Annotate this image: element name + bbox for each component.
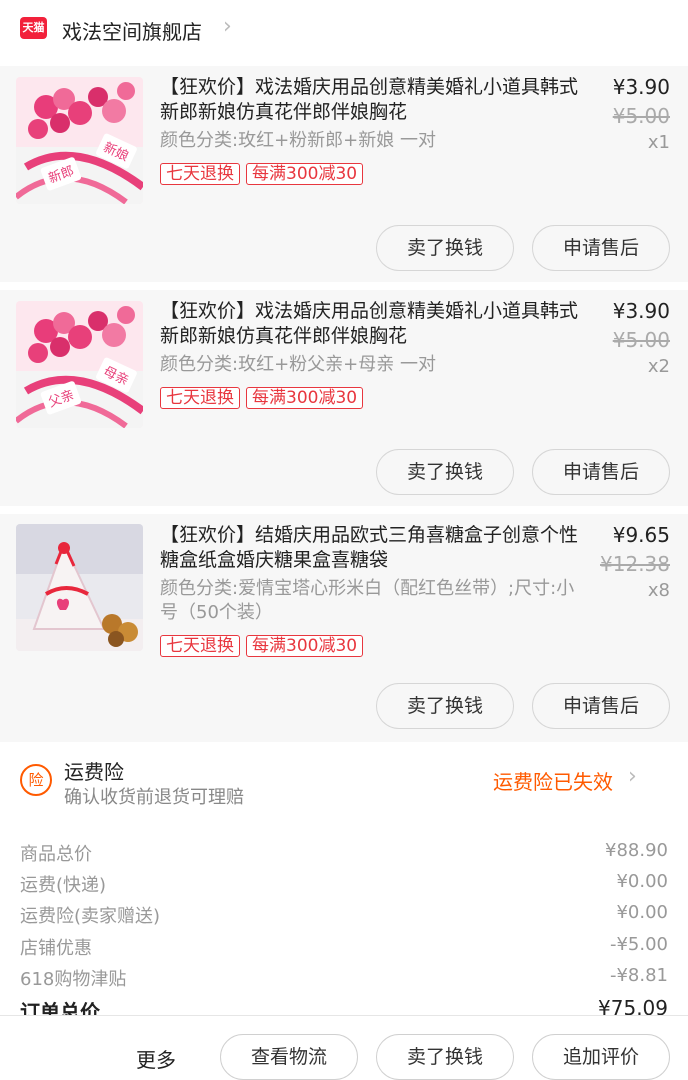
price: ¥3.90 xyxy=(612,75,670,99)
aftersale-button[interactable]: 申请售后 xyxy=(532,225,670,271)
store-header[interactable]: 天猫 戏法空间旗舰店 › xyxy=(0,0,688,62)
quantity: x8 xyxy=(647,580,670,601)
product-title[interactable]: 【狂欢价】戏法婚庆用品创意精美婚礼小道具韩式新郎新娘仿真花伴郎伴娘胸花 xyxy=(160,75,590,125)
summary-value: -¥8.81 xyxy=(609,965,668,986)
product-thumbnail[interactable] xyxy=(16,524,143,651)
tag-list: 七天退换 每满300减30 xyxy=(160,635,369,657)
product-title[interactable]: 【狂欢价】戏法婚庆用品创意精美婚礼小道具韩式新郎新娘仿真花伴郎伴娘胸花 xyxy=(160,299,590,349)
product-thumbnail[interactable]: 父亲 母亲 xyxy=(16,301,143,428)
product-sku: 颜色分类:玫红+粉新郎+新娘 一对 xyxy=(160,130,436,151)
store-name[interactable]: 戏法空间旗舰店 xyxy=(62,16,202,45)
product-sku: 颜色分类:玫红+粉父亲+母亲 一对 xyxy=(160,354,436,375)
original-price: ¥5.00 xyxy=(612,104,670,128)
summary-label: 618购物津贴 xyxy=(20,969,127,990)
order-item[interactable]: 【狂欢价】结婚庆用品欧式三角喜糖盒子创意个性糖盒纸盒婚庆糖果盒喜糖袋 颜色分类:… xyxy=(0,514,688,742)
insurance-status[interactable]: 运费险已失效 xyxy=(493,766,613,795)
sell-button[interactable]: 卖了换钱 xyxy=(376,449,514,495)
summary-row: 618购物津贴 -¥8.81 xyxy=(20,965,668,995)
shipping-insurance[interactable]: 险 运费险 确认收货前退货可理赔 运费险已失效 › xyxy=(0,742,688,824)
insurance-subtitle: 确认收货前退货可理赔 xyxy=(64,787,244,808)
quantity: x2 xyxy=(647,356,670,377)
summary-row: 店铺优惠 -¥5.00 xyxy=(20,934,668,964)
tag-list: 七天退换 每满300减30 xyxy=(160,163,369,185)
summary-value: ¥0.00 xyxy=(616,902,668,923)
tmall-logo-icon: 天猫 xyxy=(20,17,47,39)
original-price: ¥5.00 xyxy=(612,328,670,352)
promotion-tag: 每满300减30 xyxy=(246,635,364,657)
summary-row: 运费(快递) ¥0.00 xyxy=(20,871,668,901)
add-review-button[interactable]: 追加评价 xyxy=(532,1034,670,1080)
product-thumbnail[interactable]: 新郎 新娘 xyxy=(16,77,143,204)
bottom-action-bar: 更多 查看物流 卖了换钱 追加评价 xyxy=(0,1015,688,1080)
order-item[interactable]: 新郎 新娘 【狂欢价】戏法婚庆用品创意精美婚礼小道具韩式新郎新娘仿真花伴郎伴娘胸… xyxy=(0,66,688,282)
insurance-badge-icon: 险 xyxy=(20,764,52,796)
more-button[interactable]: 更多 xyxy=(136,1044,176,1073)
summary-row: 运费险(卖家赠送) ¥0.00 xyxy=(20,902,668,932)
chevron-right-icon[interactable]: › xyxy=(223,14,232,39)
promotion-tag: 每满300减30 xyxy=(246,163,364,185)
product-title[interactable]: 【狂欢价】结婚庆用品欧式三角喜糖盒子创意个性糖盒纸盒婚庆糖果盒喜糖袋 xyxy=(160,523,590,573)
price: ¥9.65 xyxy=(612,523,670,547)
chevron-right-icon[interactable]: › xyxy=(628,764,637,789)
summary-value: ¥88.90 xyxy=(605,840,668,861)
sell-button[interactable]: 卖了换钱 xyxy=(376,225,514,271)
summary-label: 店铺优惠 xyxy=(20,938,92,959)
price-summary: 商品总价 ¥88.90 运费(快递) ¥0.00 运费险(卖家赠送) ¥0.00… xyxy=(0,824,688,1024)
aftersale-button[interactable]: 申请售后 xyxy=(532,683,670,729)
quantity: x1 xyxy=(647,132,670,153)
insurance-title: 运费险 xyxy=(64,760,124,784)
summary-label: 运费险(卖家赠送) xyxy=(20,906,161,927)
aftersale-button[interactable]: 申请售后 xyxy=(532,449,670,495)
summary-label: 运费(快递) xyxy=(20,875,107,896)
return-policy-tag: 七天退换 xyxy=(160,635,240,657)
sell-button[interactable]: 卖了换钱 xyxy=(376,683,514,729)
tag-list: 七天退换 每满300减30 xyxy=(160,387,369,409)
view-logistics-button[interactable]: 查看物流 xyxy=(220,1034,358,1080)
original-price: ¥12.38 xyxy=(600,552,670,576)
return-policy-tag: 七天退换 xyxy=(160,387,240,409)
promotion-tag: 每满300减30 xyxy=(246,387,364,409)
sell-button[interactable]: 卖了换钱 xyxy=(376,1034,514,1080)
order-item[interactable]: 父亲 母亲 【狂欢价】戏法婚庆用品创意精美婚礼小道具韩式新郎新娘仿真花伴郎伴娘胸… xyxy=(0,290,688,506)
return-policy-tag: 七天退换 xyxy=(160,163,240,185)
summary-value: ¥0.00 xyxy=(616,871,668,892)
summary-value: -¥5.00 xyxy=(609,934,668,955)
summary-label: 商品总价 xyxy=(20,844,92,865)
summary-row: 商品总价 ¥88.90 xyxy=(20,840,668,870)
price: ¥3.90 xyxy=(612,299,670,323)
product-sku: 颜色分类:爱情宝塔心形米白（配红色丝带）;尺寸:小号（50个装） xyxy=(160,578,575,623)
